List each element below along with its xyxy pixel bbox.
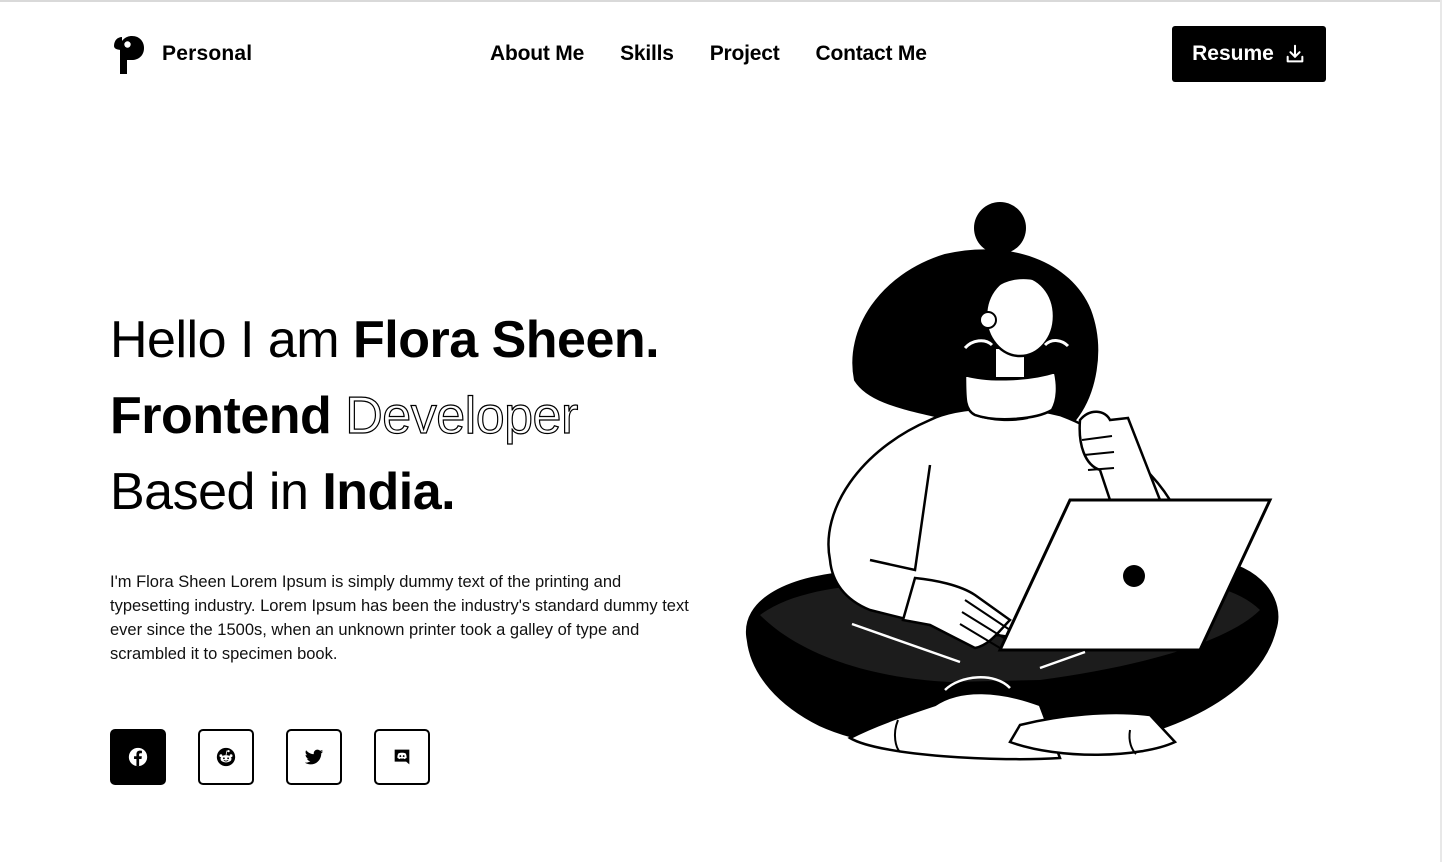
site-header: Personal About Me Skills Project Contact…	[0, 0, 1442, 110]
hero-intro-text: I'm Flora Sheen Lorem Ipsum is simply du…	[110, 572, 689, 663]
hero-name: Flora Sheen.	[353, 311, 660, 369]
discord-button[interactable]	[374, 729, 430, 785]
logo-icon	[114, 36, 144, 74]
download-icon	[1286, 44, 1304, 63]
twitter-button[interactable]	[286, 729, 342, 785]
facebook-button[interactable]	[110, 729, 166, 785]
nav-skills[interactable]: Skills	[620, 42, 674, 66]
reddit-button[interactable]	[198, 729, 254, 785]
developer-illustration	[745, 202, 1279, 761]
hero-heading-line-3: Based in India.	[110, 460, 456, 524]
discord-icon	[394, 749, 410, 765]
hero-role-outline: Developer	[345, 386, 579, 445]
hero-greeting: Hello I am	[110, 311, 354, 369]
facebook-icon	[128, 747, 148, 767]
nav-project[interactable]: Project	[710, 42, 780, 66]
social-links	[110, 729, 430, 785]
hero-location-prefix: Based in	[110, 463, 323, 521]
hero-heading-line-2: Frontend Developer	[110, 384, 579, 448]
twitter-icon	[304, 749, 324, 765]
brand-logo[interactable]: Personal	[110, 34, 252, 74]
brand-name: Personal	[162, 42, 253, 65]
resume-button-label: Resume	[1192, 42, 1274, 65]
hero-heading-line-1: Hello I am Flora Sheen.	[110, 308, 660, 372]
nav-about-me[interactable]: About Me	[490, 42, 584, 66]
nav-contact-me[interactable]: Contact Me	[816, 42, 927, 66]
hero-location: India.	[322, 463, 456, 521]
main-nav: About Me Skills Project Contact Me	[490, 42, 927, 66]
resume-button[interactable]: Resume	[1172, 26, 1326, 82]
hero-role: Frontend	[110, 387, 346, 445]
reddit-icon	[216, 747, 236, 767]
